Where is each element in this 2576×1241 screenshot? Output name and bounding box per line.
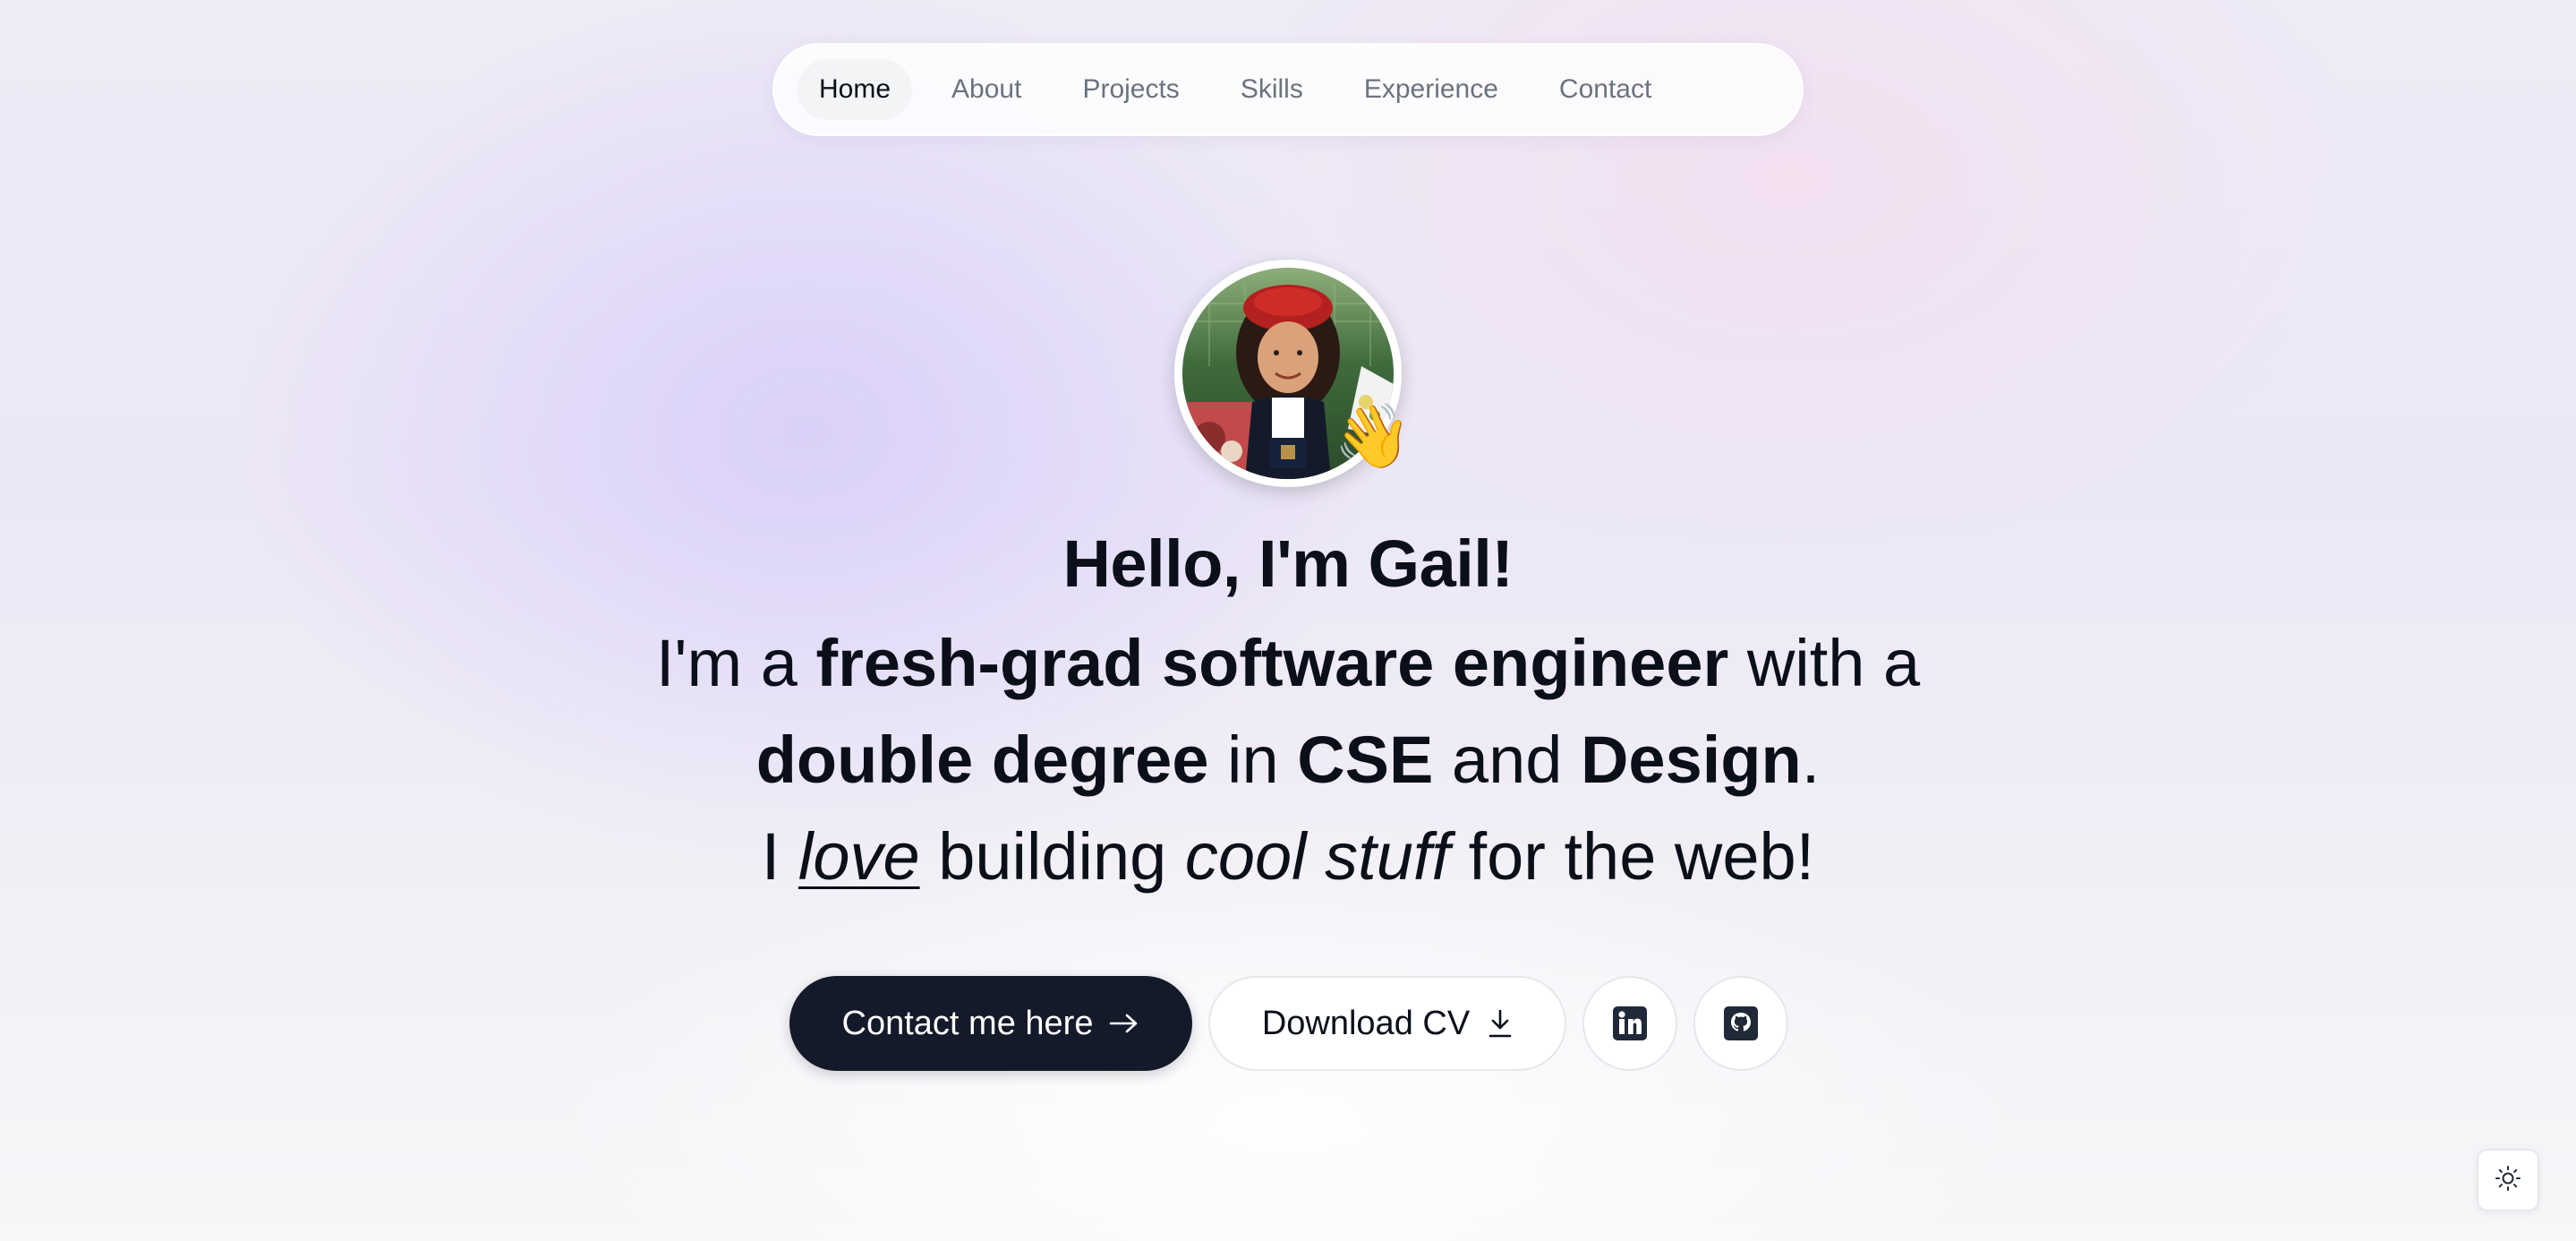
top-nav: Home About Projects Skills Experience Co… <box>772 43 1804 136</box>
hero-line-2-post: . <box>1801 723 1821 797</box>
hero-actions: Contact me here Download CV <box>789 976 1788 1071</box>
hero-line-3-post: for the web! <box>1450 819 1815 894</box>
download-icon <box>1488 1008 1513 1039</box>
github-button[interactable] <box>1693 976 1788 1071</box>
nav-item-label: Projects <box>1082 74 1180 104</box>
hero-line-2-bold-1: double degree <box>755 723 1209 797</box>
hero-line-3-pre: I <box>761 819 798 894</box>
contact-me-label: Contact me here <box>841 1004 1094 1042</box>
hero-line-1-bold: fresh-grad software engineer <box>815 626 1729 700</box>
nav-item-experience[interactable]: Experience <box>1343 59 1520 120</box>
wave-emoji-icon: 👋 <box>1334 399 1412 473</box>
hero-line-3-love: love <box>798 819 920 894</box>
hero-line-3-mid: building <box>919 819 1185 894</box>
hero-line-1: I'm a fresh-grad software engineer with … <box>0 615 2576 712</box>
hero-line-3-italic: cool stuff <box>1184 819 1451 894</box>
hero-headline: Hello, I'm Gail! I'm a fresh-grad softwa… <box>0 524 2576 905</box>
nav-item-label: Skills <box>1240 74 1303 104</box>
nav-item-label: About <box>951 74 1022 104</box>
linkedin-button[interactable] <box>1582 976 1677 1071</box>
arrow-right-icon <box>1109 1013 1139 1034</box>
contact-me-button[interactable]: Contact me here <box>789 976 1192 1071</box>
download-cv-label: Download CV <box>1261 1004 1471 1042</box>
nav-item-label: Contact <box>1558 74 1652 104</box>
theme-toggle-button[interactable] <box>2477 1149 2539 1211</box>
linkedin-icon <box>1613 1006 1647 1040</box>
hero-line-1-post: with a <box>1728 626 1921 700</box>
nav-item-home[interactable]: Home <box>798 59 913 120</box>
hero-line-2: double degree in CSE and Design. <box>0 712 2576 809</box>
nav-item-projects[interactable]: Projects <box>1061 59 1200 120</box>
github-icon <box>1724 1006 1758 1040</box>
hero-line-2-bold-2: CSE <box>1297 723 1434 797</box>
hero-greeting: Hello, I'm Gail! <box>1062 526 1514 601</box>
nav-item-contact[interactable]: Contact <box>1538 59 1673 120</box>
sun-icon <box>2495 1165 2521 1196</box>
download-cv-button[interactable]: Download CV <box>1208 976 1566 1071</box>
hero-line-2-bold-3: Design <box>1580 723 1802 797</box>
nav-item-skills[interactable]: Skills <box>1219 59 1325 120</box>
hero-line-2-mid-1: in <box>1208 723 1298 797</box>
nav-item-about[interactable]: About <box>930 59 1043 120</box>
hero-line-2-mid-2: and <box>1433 723 1581 797</box>
hero-line-1-pre: I'm a <box>655 626 816 700</box>
avatar-container: 👋 <box>1174 260 1412 487</box>
nav-item-label: Home <box>819 74 891 104</box>
hero-line-3: I love building cool stuff for the web! <box>0 809 2576 905</box>
nav-item-label: Experience <box>1363 74 1498 104</box>
